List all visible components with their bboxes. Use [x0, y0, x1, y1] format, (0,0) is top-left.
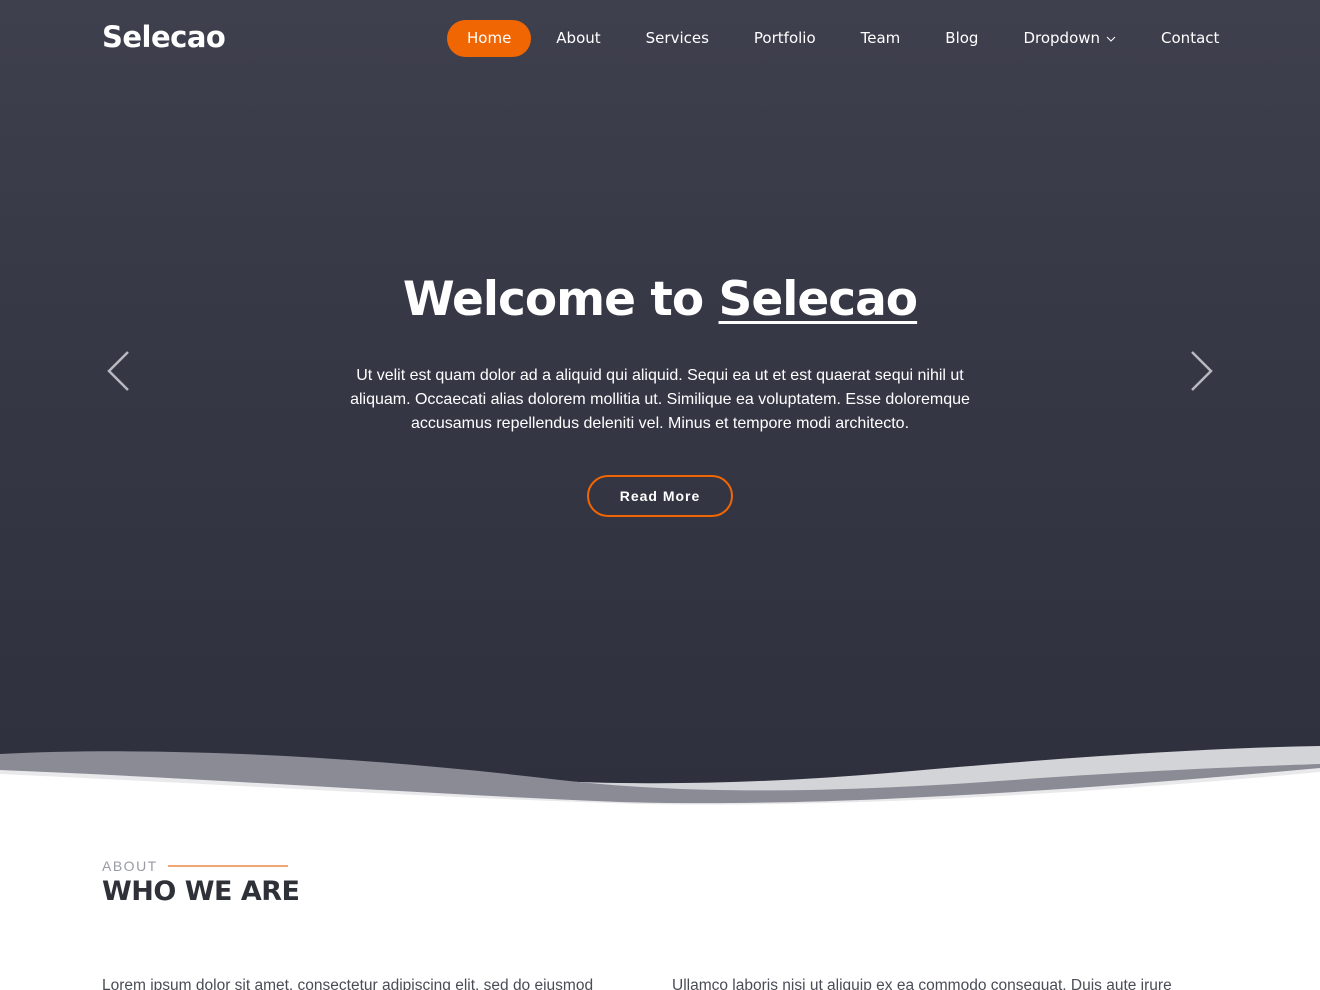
nav-item-dropdown[interactable]: Dropdown	[1003, 20, 1136, 57]
chevron-right-icon[interactable]	[1186, 348, 1216, 394]
nav-item-label: Blog	[945, 29, 979, 47]
hero-description: Ut velit est quam dolor ad a aliquid qui…	[350, 367, 970, 432]
nav-item-contact[interactable]: Contact	[1141, 20, 1239, 57]
nav-item-team[interactable]: Team	[841, 20, 921, 57]
nav-item-label: Dropdown	[1023, 29, 1101, 47]
nav-item-label: About	[556, 29, 601, 47]
hero-title: Welcome to Selecao	[0, 272, 1320, 327]
section-label: ABOUT	[102, 858, 158, 874]
main-nav: Home About Services Portfolio Team Blog …	[447, 20, 1244, 57]
about-text-left: Lorem ipsum dolor sit amet, consectetur …	[102, 977, 594, 990]
hero-title-brand: Selecao	[718, 272, 919, 327]
site-logo[interactable]: Selecao	[102, 20, 226, 54]
nav-item-label: Contact	[1161, 29, 1220, 47]
section-title: WHO WE ARE	[102, 876, 300, 907]
nav-item-services[interactable]: Services	[626, 20, 729, 57]
nav-item-portfolio[interactable]: Portfolio	[734, 20, 836, 57]
read-more-label: Read More	[619, 488, 701, 504]
nav-item-label: Home	[467, 29, 512, 47]
chevron-down-icon	[1106, 36, 1116, 42]
hero-wave-divider	[0, 746, 1320, 810]
section-divider	[168, 865, 288, 867]
about-text-right: Ullamco laboris nisi ut aliquip ex ea co…	[672, 977, 1172, 990]
nav-item-about[interactable]: About	[536, 20, 620, 57]
nav-item-label: Team	[860, 29, 901, 47]
site-header: Selecao Home About Services Portfolio Te…	[0, 0, 1320, 78]
nav-item-label: Services	[645, 29, 709, 47]
hero-section: Selecao Home About Services Portfolio Te…	[0, 0, 1320, 810]
read-more-button[interactable]: Read More	[587, 475, 733, 517]
nav-item-blog[interactable]: Blog	[925, 20, 998, 57]
nav-item-label: Portfolio	[753, 29, 816, 47]
chevron-left-icon[interactable]	[104, 348, 134, 394]
nav-item-home[interactable]: Home	[447, 20, 532, 57]
hero-title-prefix: Welcome to	[402, 272, 719, 327]
